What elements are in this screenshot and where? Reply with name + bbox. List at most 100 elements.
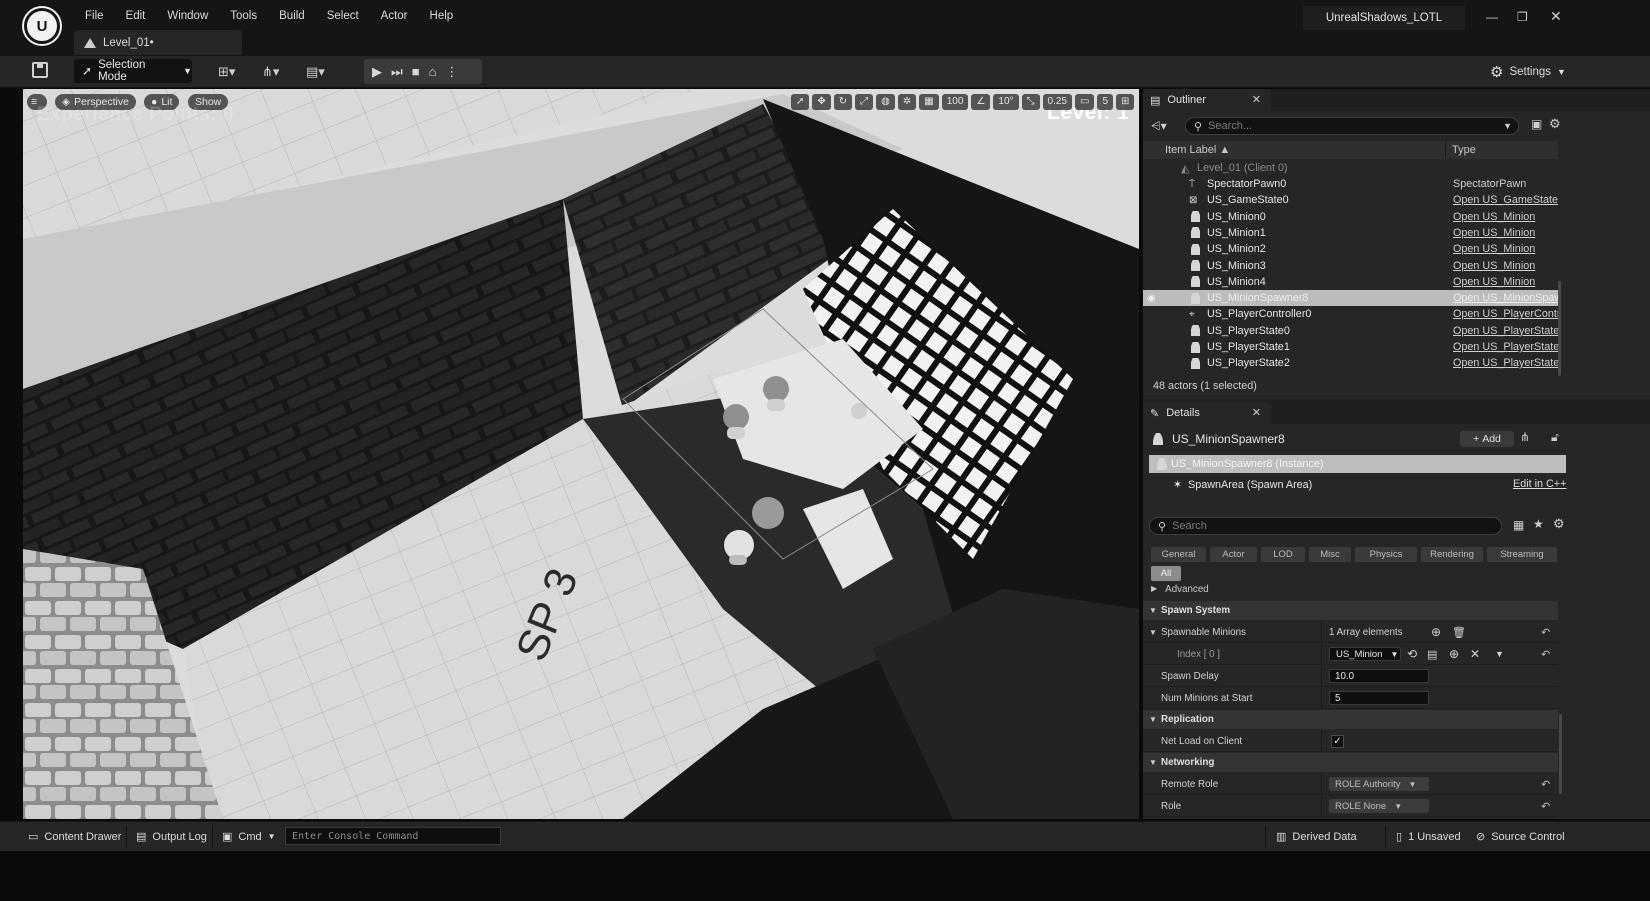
unsaved-button[interactable]: ▯ 1 Unsaved: [1396, 830, 1461, 844]
remote-role-dropdown[interactable]: ROLE Authority ▼: [1329, 777, 1429, 791]
camera-speed-value[interactable]: 5: [1097, 94, 1114, 110]
outliner-item-type-link[interactable]: Open US_Minion: [1453, 276, 1558, 288]
content-drawer-button[interactable]: ▭ Content Drawer: [28, 830, 121, 844]
minimize-icon[interactable]: —: [1486, 10, 1498, 24]
outliner-item-type-link[interactable]: Open US_MinionSpawn: [1453, 292, 1558, 304]
skip-icon[interactable]: ⏭: [391, 64, 403, 80]
outliner-search-input[interactable]: ⚲ Search... ▼: [1185, 117, 1519, 135]
surface-snap-icon[interactable]: ✲: [897, 94, 917, 110]
blueprint-icon[interactable]: ⋔: [1520, 430, 1530, 444]
menu-build[interactable]: Build: [268, 8, 316, 24]
menu-window[interactable]: Window: [156, 8, 219, 24]
save-icon[interactable]: [32, 62, 48, 78]
outliner-item-type-link[interactable]: Open US_Minion: [1453, 243, 1558, 255]
menu-edit[interactable]: Edit: [115, 8, 157, 24]
output-log-button[interactable]: ▤ Output Log: [136, 830, 207, 844]
level-tab[interactable]: Level_01•: [74, 30, 242, 55]
section-networking[interactable]: ▼ Networking: [1143, 753, 1558, 772]
num-minions-input[interactable]: 5: [1329, 691, 1429, 705]
add-actor-icon[interactable]: ⊞▾: [218, 64, 235, 80]
menu-file[interactable]: File: [74, 8, 115, 24]
gamepad-icon[interactable]: ⌂: [429, 64, 437, 79]
rotation-snap-value[interactable]: 10°: [993, 94, 1019, 110]
reset-icon[interactable]: ↶: [1541, 626, 1550, 639]
component-row[interactable]: ✶ SpawnArea (Spawn Area): [1173, 478, 1312, 492]
menu-help[interactable]: Help: [419, 8, 465, 24]
reset-icon[interactable]: ↶: [1541, 778, 1550, 791]
add-element-icon[interactable]: ⊕: [1449, 647, 1459, 661]
chevron-down-icon[interactable]: ▼: [1495, 649, 1504, 659]
outliner-row[interactable]: US_Minion0 Open US_Minion: [1143, 209, 1558, 225]
category-all[interactable]: All: [1151, 566, 1181, 581]
details-scrollbar[interactable]: [1559, 714, 1562, 794]
close-icon[interactable]: ✕: [1252, 93, 1261, 106]
details-search-input[interactable]: ⚲ Search: [1149, 517, 1502, 535]
role-dropdown[interactable]: ROLE None ▼: [1329, 799, 1429, 813]
visibility-icon[interactable]: ◉: [1147, 293, 1156, 304]
outliner-item-type-link[interactable]: Open US_PlayerState: [1453, 357, 1558, 369]
outliner-row[interactable]: ◉ US_MinionSpawner8 Open US_MinionSpawn: [1143, 290, 1558, 307]
outliner-item-type-link[interactable]: Open US_PlayerState: [1453, 341, 1558, 353]
cinematics-icon[interactable]: ▤▾: [306, 64, 325, 80]
outliner-row[interactable]: US_PlayerState0 Open US_PlayerState: [1143, 323, 1558, 339]
spawn-delay-input[interactable]: 10.0: [1329, 669, 1429, 683]
tab-outliner[interactable]: ▤ Outliner ✕: [1143, 89, 1271, 111]
category-rendering[interactable]: Rendering: [1421, 547, 1483, 562]
add-component-button[interactable]: + Add: [1460, 431, 1514, 447]
menu-select[interactable]: Select: [316, 8, 370, 24]
more-options-icon[interactable]: ⋮: [445, 64, 458, 80]
level-viewport[interactable]: SP 3 ≡ ◈ Perspective ● Lit Show Experien…: [23, 89, 1139, 819]
outliner-item-type-link[interactable]: Open US_Minion: [1453, 260, 1558, 272]
category-lod[interactable]: LOD: [1261, 547, 1305, 562]
selection-mode-dropdown[interactable]: ➚ Selection Mode ▼: [74, 59, 192, 83]
category-streaming[interactable]: Streaming: [1487, 547, 1557, 562]
chevron-down-icon[interactable]: ▼: [1149, 628, 1157, 637]
rotate-tool-icon[interactable]: ↻: [833, 94, 853, 110]
minion-class-dropdown[interactable]: US_Minion ▼: [1329, 647, 1401, 661]
outliner-root-row[interactable]: ◭ Level_01 (Client 0): [1143, 160, 1558, 176]
reset-icon[interactable]: ↶: [1541, 800, 1550, 813]
outliner-item-type-link[interactable]: Open US_Minion: [1453, 227, 1558, 239]
outliner-item-type-link[interactable]: Open US_PlayerState: [1453, 325, 1558, 337]
menu-tools[interactable]: Tools: [219, 8, 268, 24]
outliner-row[interactable]: ⊠ US_GameState0 Open US_GameState: [1143, 192, 1558, 208]
stop-icon[interactable]: ■: [412, 64, 420, 79]
outliner-item-type-link[interactable]: Open US_GameState: [1453, 194, 1558, 206]
outliner-row[interactable]: US_Minion4 Open US_Minion: [1143, 274, 1558, 290]
column-type[interactable]: Type: [1445, 141, 1558, 159]
gear-icon[interactable]: ⚙: [1549, 116, 1561, 132]
cmd-dropdown[interactable]: ▣ Cmd ▼: [222, 830, 276, 844]
play-icon[interactable]: ▶: [372, 64, 382, 80]
net-load-checkbox[interactable]: ✓: [1331, 735, 1344, 748]
category-physics[interactable]: Physics: [1355, 547, 1417, 562]
scale-snap-icon[interactable]: ⤡: [1021, 94, 1040, 110]
instance-row[interactable]: US_MinionSpawner8 (Instance): [1149, 455, 1566, 473]
settings-button[interactable]: ⚙ Settings ▼: [1490, 63, 1566, 81]
reset-icon[interactable]: ↶: [1541, 648, 1550, 661]
gear-icon[interactable]: ⚙: [1553, 516, 1565, 532]
star-icon[interactable]: ★: [1533, 517, 1544, 531]
tab-details[interactable]: ✎ Details ✕: [1143, 402, 1271, 424]
browse-icon[interactable]: ▤: [1427, 648, 1437, 661]
section-replication[interactable]: ▼ Replication: [1143, 710, 1558, 729]
outliner-item-type-link[interactable]: Open US_Minion: [1453, 211, 1558, 223]
section-spawn-system[interactable]: ▼ Spawn System: [1143, 601, 1558, 620]
advanced-row[interactable]: ▶ Advanced: [1151, 584, 1209, 595]
restore-icon[interactable]: ❐: [1517, 10, 1528, 24]
outliner-scrollbar[interactable]: [1558, 281, 1561, 376]
scale-tool-icon[interactable]: ⤢: [855, 94, 874, 110]
outliner-row[interactable]: US_Minion1 Open US_Minion: [1143, 225, 1558, 241]
lock-icon[interactable]: 🔓︎: [1551, 430, 1559, 445]
grid-snap-value[interactable]: 100: [941, 94, 969, 110]
console-input[interactable]: Enter Console Command: [285, 827, 501, 845]
outliner-row[interactable]: US_Minion2 Open US_Minion: [1143, 241, 1558, 257]
filter-icon[interactable]: ⩤▾: [1151, 119, 1167, 134]
outliner-row[interactable]: US_PlayerState1 Open US_PlayerState: [1143, 339, 1558, 355]
select-tool-icon[interactable]: ➚: [791, 94, 810, 110]
move-tool-icon[interactable]: ✥: [812, 94, 831, 110]
outliner-item-type-link[interactable]: Open US_PlayerContro: [1453, 308, 1558, 320]
blueprint-icon[interactable]: ⋔▾: [262, 64, 279, 80]
close-icon[interactable]: ✕: [1252, 406, 1261, 419]
layout-icon[interactable]: ⊞: [1116, 94, 1135, 110]
add-element-icon[interactable]: ⊕: [1431, 625, 1441, 639]
